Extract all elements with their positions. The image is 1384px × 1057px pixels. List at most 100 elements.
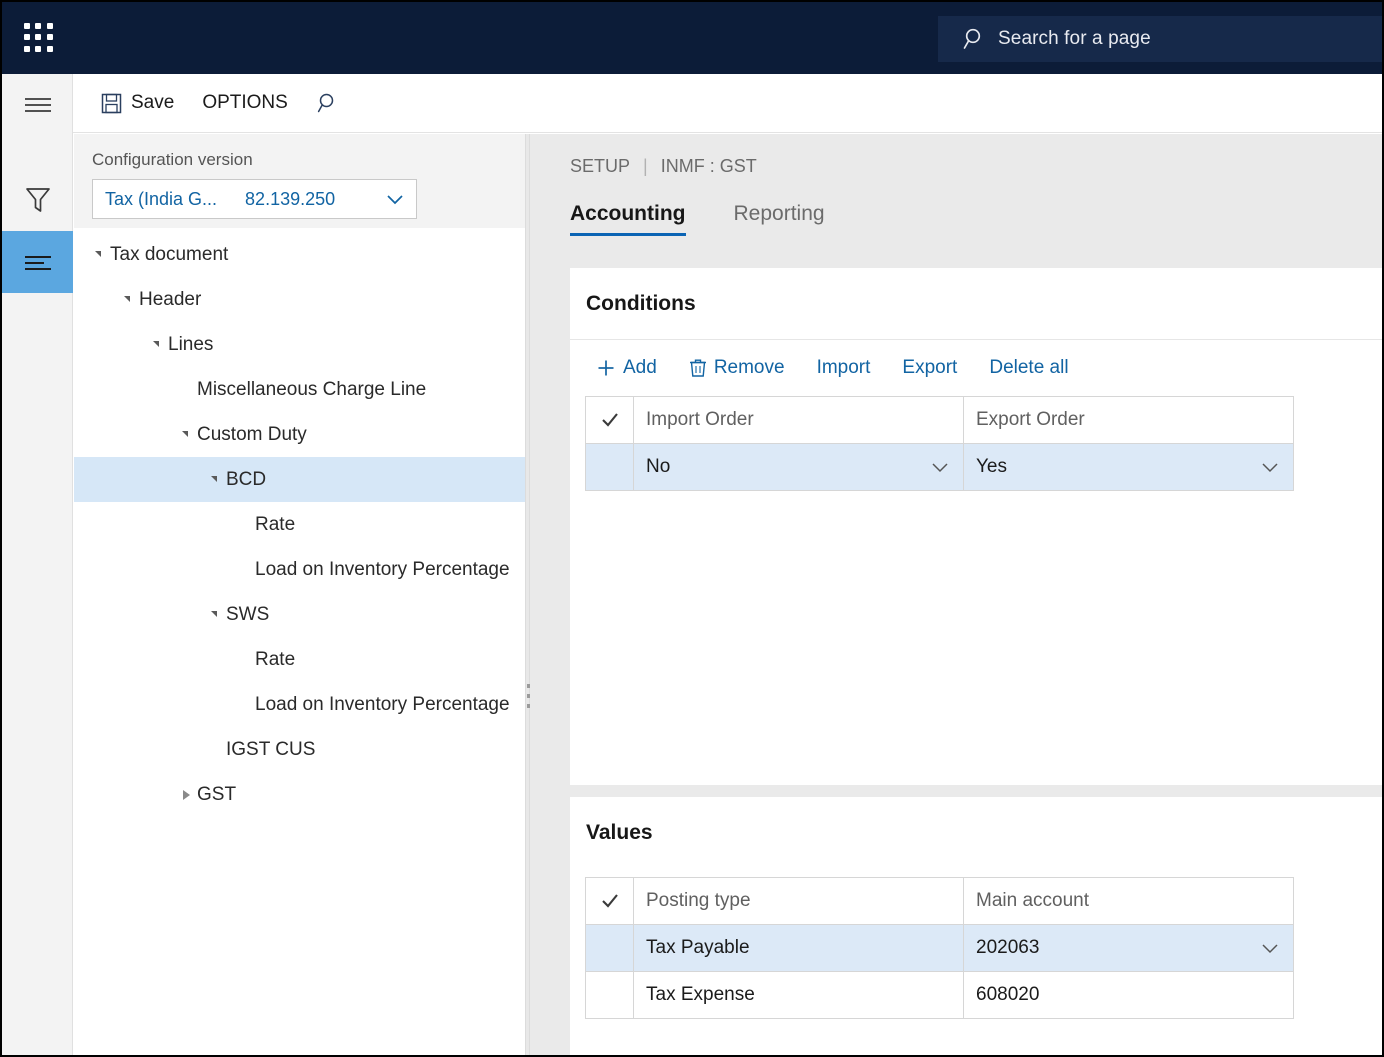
tab-accounting[interactable]: Accounting [570,202,686,236]
conditions-title: Conditions [570,268,1382,340]
triangle-down-icon[interactable] [204,457,226,502]
conditions-card: Conditions Add Remove Import Export Dele… [570,268,1382,785]
global-search-box[interactable]: Search for a page [938,16,1382,62]
tree-item-label: Custom Duty [197,423,307,445]
list-icon [24,254,52,270]
checkmark-icon [586,398,633,443]
export-button[interactable]: Export [888,351,971,385]
navigation-pane-toggle[interactable] [2,74,73,136]
table-header-row: Import Order Export Order [585,396,1294,444]
tab-reporting[interactable]: Reporting [734,202,825,236]
cell-posting-type[interactable]: Tax Payable [633,924,964,972]
tree-item-label: Tax document [110,243,229,265]
triangle-down-icon[interactable] [117,277,139,322]
tree-item[interactable]: Tax document [74,232,525,277]
options-label: OPTIONS [202,92,288,113]
tree-item[interactable]: Rate [74,502,525,547]
import-button[interactable]: Import [803,351,885,385]
table-row[interactable]: Tax Expense 608020 [585,971,1294,1019]
breadcrumb-context: INMF : GST [660,156,757,176]
tree-item-label: Rate [255,648,296,670]
chevron-down-icon[interactable] [929,456,951,478]
tree-item-label: Miscellaneous Charge Line [197,378,427,400]
tree-item[interactable]: GST [74,772,525,817]
global-search-placeholder: Search for a page [998,28,1151,49]
tree-pane[interactable] [2,231,73,293]
tree-item-label: SWS [226,603,270,625]
tree-item-spacer [233,502,255,547]
column-header-posting-type[interactable]: Posting type [633,877,964,925]
column-header-main-account[interactable]: Main account [963,877,1294,925]
configuration-version-select[interactable]: Tax (India G... 82.139.250 [92,179,417,219]
breadcrumb-section[interactable]: SETUP [570,156,630,177]
breadcrumb: SETUP | INMF : GST [530,134,1382,177]
save-disk-icon [101,93,122,114]
plus-icon [596,358,616,378]
row-select-cell[interactable] [585,924,634,972]
tree-item[interactable]: Load on Inventory Percentage [74,547,525,592]
filter-pane[interactable] [2,169,73,231]
cell-main-account[interactable]: 202063 [963,924,1294,972]
column-header-import-order[interactable]: Import Order [633,396,964,444]
tree-item[interactable]: Custom Duty [74,412,525,457]
tree-item-spacer [233,682,255,727]
cell-value: No [646,456,671,477]
remove-button[interactable]: Remove [675,351,799,385]
column-header-export-order[interactable]: Export Order [963,396,1294,444]
add-button[interactable]: Add [582,351,671,385]
breadcrumb-separator: | [643,156,648,176]
values-grid: Posting type Main account Tax Payable 20… [585,877,1294,1056]
tree-item[interactable]: IGST CUS [74,727,525,772]
configuration-version-number: 82.139.250 [245,188,336,209]
values-card: Values Posting type Main account Tax Pay… [570,797,1382,1056]
chevron-down-icon[interactable] [1259,456,1281,478]
cell-value: 202063 [976,937,1040,958]
triangle-down-icon[interactable] [88,232,110,277]
tree-item[interactable]: Lines [74,322,525,367]
delete-all-button[interactable]: Delete all [975,351,1082,385]
row-select-cell[interactable] [585,443,634,491]
triangle-down-icon[interactable] [175,412,197,457]
table-empty-area [586,1019,1294,1056]
table-empty-area [586,491,1294,538]
filter-icon [25,186,51,214]
triangle-right-icon[interactable] [175,772,197,817]
cell-import-order[interactable]: No [633,443,964,491]
cell-posting-type[interactable]: Tax Expense [633,971,964,1019]
chevron-down-icon [384,188,406,210]
options-button[interactable]: OPTIONS [188,74,302,133]
table-row[interactable]: Tax Payable 202063 [585,924,1294,972]
tree-item-label: Header [139,288,202,310]
row-select-cell[interactable] [585,971,634,1019]
tree-item[interactable]: Load on Inventory Percentage [74,682,525,727]
tree-item[interactable]: Header [74,277,525,322]
tree-item[interactable]: BCD [74,457,525,502]
cell-export-order[interactable]: Yes [963,443,1294,491]
cell-value: Yes [976,456,1007,477]
table-row[interactable]: No Yes [585,443,1294,491]
tree-item-label: Load on Inventory Percentage [255,558,510,580]
command-search-button[interactable] [302,74,363,133]
cell-main-account[interactable]: 608020 [963,971,1294,1019]
tree-item-label: GST [197,783,237,805]
top-navigation-bar: Search for a page [2,2,1382,74]
save-label: Save [131,92,175,113]
chevron-down-icon[interactable] [1259,937,1281,959]
tree-item-spacer [204,727,226,772]
search-icon [316,91,340,115]
table-header-row: Posting type Main account [585,877,1294,925]
tree-item[interactable]: SWS [74,592,525,637]
hamburger-menu-icon [24,96,52,114]
select-all-column[interactable] [585,396,634,444]
command-bar: Save OPTIONS [73,74,1382,133]
tree-item[interactable]: Rate [74,637,525,682]
configuration-tree-panel: Configuration version Tax (India G... 82… [74,134,525,1055]
conditions-grid: Import Order Export Order No Yes [585,396,1294,538]
select-all-column[interactable] [585,877,634,925]
app-launcher-icon[interactable] [22,21,56,55]
triangle-down-icon[interactable] [204,592,226,637]
save-button[interactable]: Save [87,74,188,133]
tree-item-label: Lines [168,333,214,355]
tree-item[interactable]: Miscellaneous Charge Line [74,367,525,412]
triangle-down-icon[interactable] [146,322,168,367]
